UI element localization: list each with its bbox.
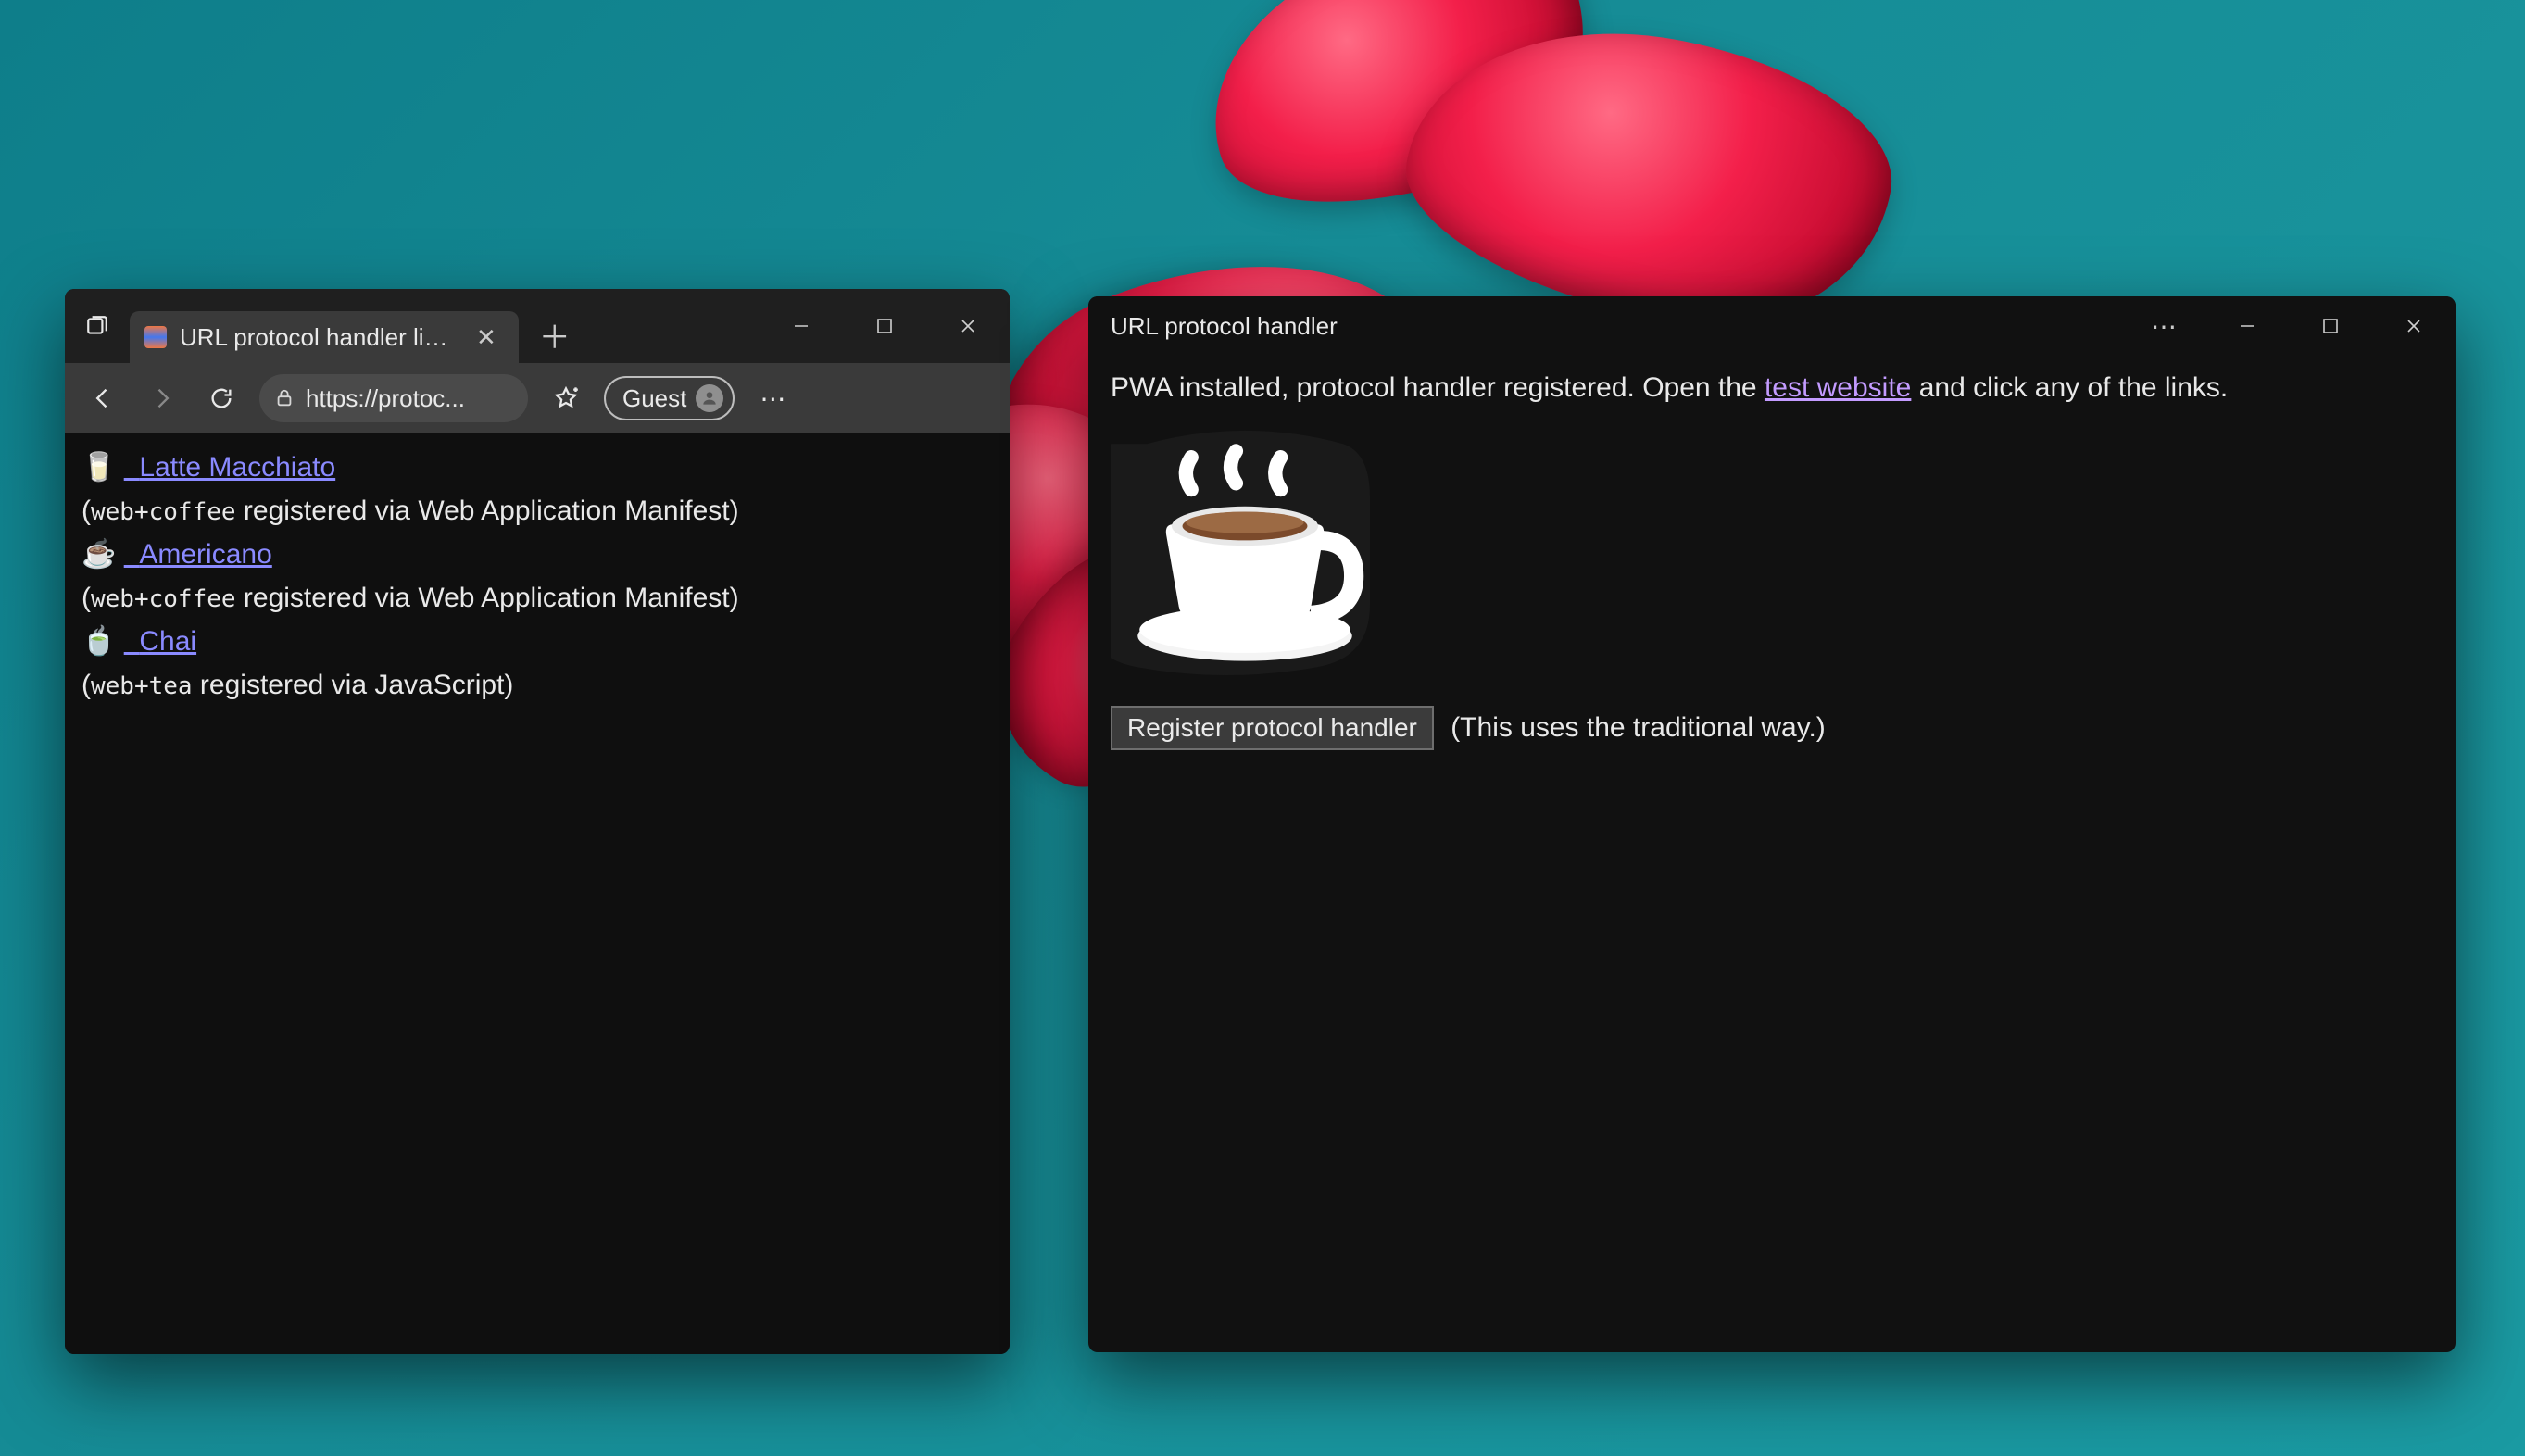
minimize-button[interactable]: [2205, 296, 2289, 356]
link-subtext: (web+coffee registered via Web Applicati…: [82, 490, 993, 532]
drink-link[interactable]: Chai: [124, 626, 196, 657]
pwa-content: PWA installed, protocol handler register…: [1088, 356, 2456, 767]
maximize-button[interactable]: [2289, 296, 2372, 356]
link-emoji-icon: ☕: [82, 539, 116, 570]
browser-tab[interactable]: URL protocol handler links ✕: [130, 311, 519, 363]
close-window-button[interactable]: [2372, 296, 2456, 356]
forward-button[interactable]: [141, 377, 183, 420]
lock-icon: [274, 388, 295, 408]
browser-window: URL protocol handler links ✕ ＋: [65, 289, 1010, 1354]
new-tab-button[interactable]: ＋: [519, 312, 591, 358]
link-subtext: (web+tea registered via JavaScript): [82, 664, 993, 706]
address-text: https://protoc...: [306, 384, 465, 413]
pwa-titlebar: URL protocol handler ⋯: [1088, 296, 2456, 356]
test-website-link[interactable]: test website: [1765, 372, 1911, 403]
browser-toolbar: https://protoc... Guest ⋯: [65, 363, 1010, 433]
maximize-button[interactable]: [843, 299, 926, 353]
pwa-title: URL protocol handler: [1111, 312, 1338, 341]
list-item: ☕ Americano: [82, 533, 993, 575]
avatar-icon: [696, 384, 723, 412]
link-emoji-icon: 🥛: [82, 452, 116, 483]
desktop-background: URL protocol handler links ✕ ＋: [0, 0, 2525, 1456]
tab-close-button[interactable]: ✕: [471, 321, 502, 354]
register-note: (This uses the traditional way.): [1451, 712, 1826, 743]
profile-label: Guest: [622, 384, 686, 413]
favorites-button[interactable]: [545, 377, 587, 420]
link-emoji-icon: 🍵: [82, 626, 116, 657]
more-button[interactable]: ⋯: [751, 377, 794, 420]
drink-link[interactable]: Americano: [124, 539, 272, 570]
register-row: Register protocol handler (This uses the…: [1111, 706, 2433, 750]
browser-tabstrip: URL protocol handler links ✕ ＋: [65, 289, 1010, 363]
coffee-cup-icon: [1111, 426, 1379, 676]
pwa-window: URL protocol handler ⋯ PWA installed, pr…: [1088, 296, 2456, 1352]
minimize-button[interactable]: [760, 299, 843, 353]
profile-guest-pill[interactable]: Guest: [604, 376, 735, 420]
drink-link[interactable]: Latte Macchiato: [124, 452, 335, 483]
tab-actions-icon[interactable]: [65, 314, 130, 338]
list-item: 🍵 Chai: [82, 621, 993, 662]
close-window-button[interactable]: [926, 299, 1010, 353]
tab-favicon: [144, 326, 167, 348]
link-subtext: (web+coffee registered via Web Applicati…: [82, 577, 993, 619]
list-item: 🥛 Latte Macchiato: [82, 446, 993, 488]
window-controls: [760, 299, 1010, 353]
tab-title: URL protocol handler links: [180, 323, 458, 352]
refresh-button[interactable]: [200, 377, 243, 420]
back-button[interactable]: [82, 377, 124, 420]
register-protocol-button[interactable]: Register protocol handler: [1111, 706, 1434, 750]
pwa-more-button[interactable]: ⋯: [2122, 296, 2205, 356]
pwa-status-text: PWA installed, protocol handler register…: [1111, 372, 2433, 404]
page-content: 🥛 Latte Macchiato (web+coffee registered…: [65, 433, 1010, 1354]
address-bar[interactable]: https://protoc...: [259, 374, 528, 422]
